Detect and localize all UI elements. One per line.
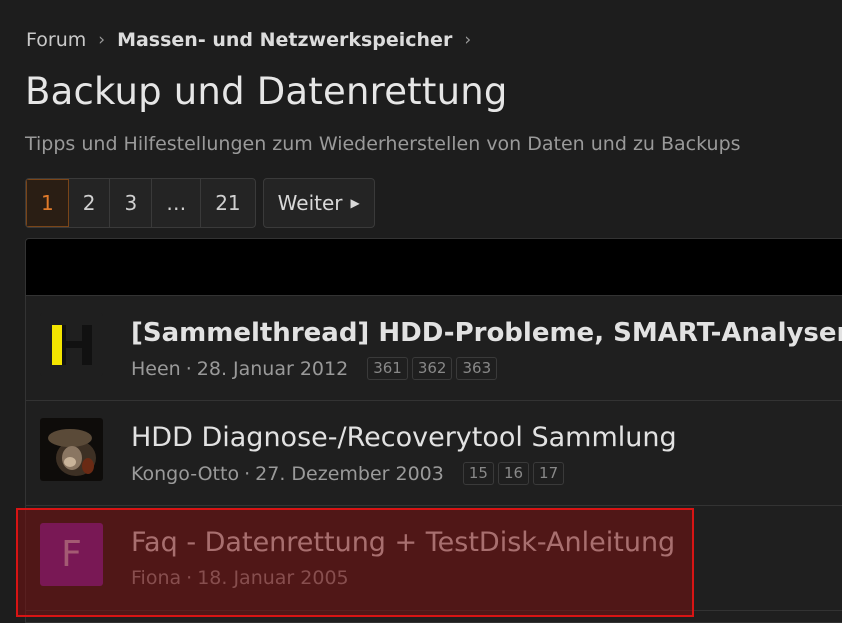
breadcrumb-item-forum[interactable]: Forum [26,29,86,51]
thread-meta: Fiona · 18. Januar 2005 [131,567,349,589]
page-nav: 1 2 3 … 21 [25,178,256,228]
meta-separator: · [186,567,193,589]
chevron-right-icon: › [464,30,472,50]
page-jump-ellipsis[interactable]: … [152,179,202,227]
thread-date[interactable]: 28. Januar 2012 [197,358,348,380]
thread-list: [Sammelthread] HDD-Probleme, SMART-Analy… [25,238,842,623]
meta-separator: · [244,462,251,485]
page-link-3[interactable]: 3 [110,179,153,227]
thread-title[interactable]: [Sammelthread] HDD-Probleme, SMART-Analy… [131,318,842,348]
thread-row: F Faq - Datenrettung + TestDisk-Anleitun… [26,506,842,611]
page-link-last[interactable]: 21 [201,179,254,227]
thread-author[interactable]: Heen [131,358,181,380]
thread-author[interactable]: Fiona [131,567,181,589]
thread-meta: Kongo-Otto · 27. Dezember 2003 15 16 17 [131,462,568,485]
thread-page-link[interactable]: 363 [456,357,498,380]
thread-page-link[interactable]: 361 [367,357,408,380]
thread-page-links: 15 16 17 [462,462,568,485]
thread-page-link[interactable]: 15 [462,462,494,485]
breadcrumb: Forum › Massen- und Netzwerkspeicher › [26,27,483,53]
thread-date[interactable]: 27. Dezember 2003 [255,463,444,485]
h-logo-icon[interactable] [40,313,103,376]
thread-page-link[interactable]: 17 [533,462,565,485]
chevron-right-icon: › [98,30,106,50]
caret-right-icon: ▶ [350,196,360,210]
thread-page-links: 361 362 363 [367,357,501,380]
page-title: Backup und Datenrettung [25,70,508,113]
page-description: Tipps und Hilfestellungen zum Wiederhers… [25,133,741,155]
thread-list-header [26,239,842,296]
thread-title[interactable]: HDD Diagnose-/Recoverytool Sammlung [131,422,677,453]
avatar[interactable]: F [40,523,103,586]
thread-meta: Heen · 28. Januar 2012 361 362 363 [131,357,501,380]
thread-date[interactable]: 18. Januar 2005 [197,567,348,589]
thread-row: [Sammelthread] HDD-Probleme, SMART-Analy… [26,296,842,401]
next-page-label: Weiter [277,191,343,215]
breadcrumb-item-category[interactable]: Massen- und Netzwerkspeicher [117,29,452,51]
page-link-2[interactable]: 2 [69,179,111,227]
figure-avatar-icon[interactable] [40,418,103,481]
thread-page-link[interactable]: 16 [497,462,530,485]
pagination: 1 2 3 … 21 Weiter ▶ [25,178,375,228]
thread-title[interactable]: Faq - Datenrettung + TestDisk-Anleitung [131,527,675,558]
thread-author[interactable]: Kongo-Otto [131,463,239,485]
thread-row: HDD Diagnose-/Recoverytool Sammlung Kong… [26,401,842,506]
thread-page-link[interactable]: 362 [411,357,453,380]
page-link-1[interactable]: 1 [26,179,69,227]
meta-separator: · [185,357,192,380]
next-page-button[interactable]: Weiter ▶ [262,178,375,228]
